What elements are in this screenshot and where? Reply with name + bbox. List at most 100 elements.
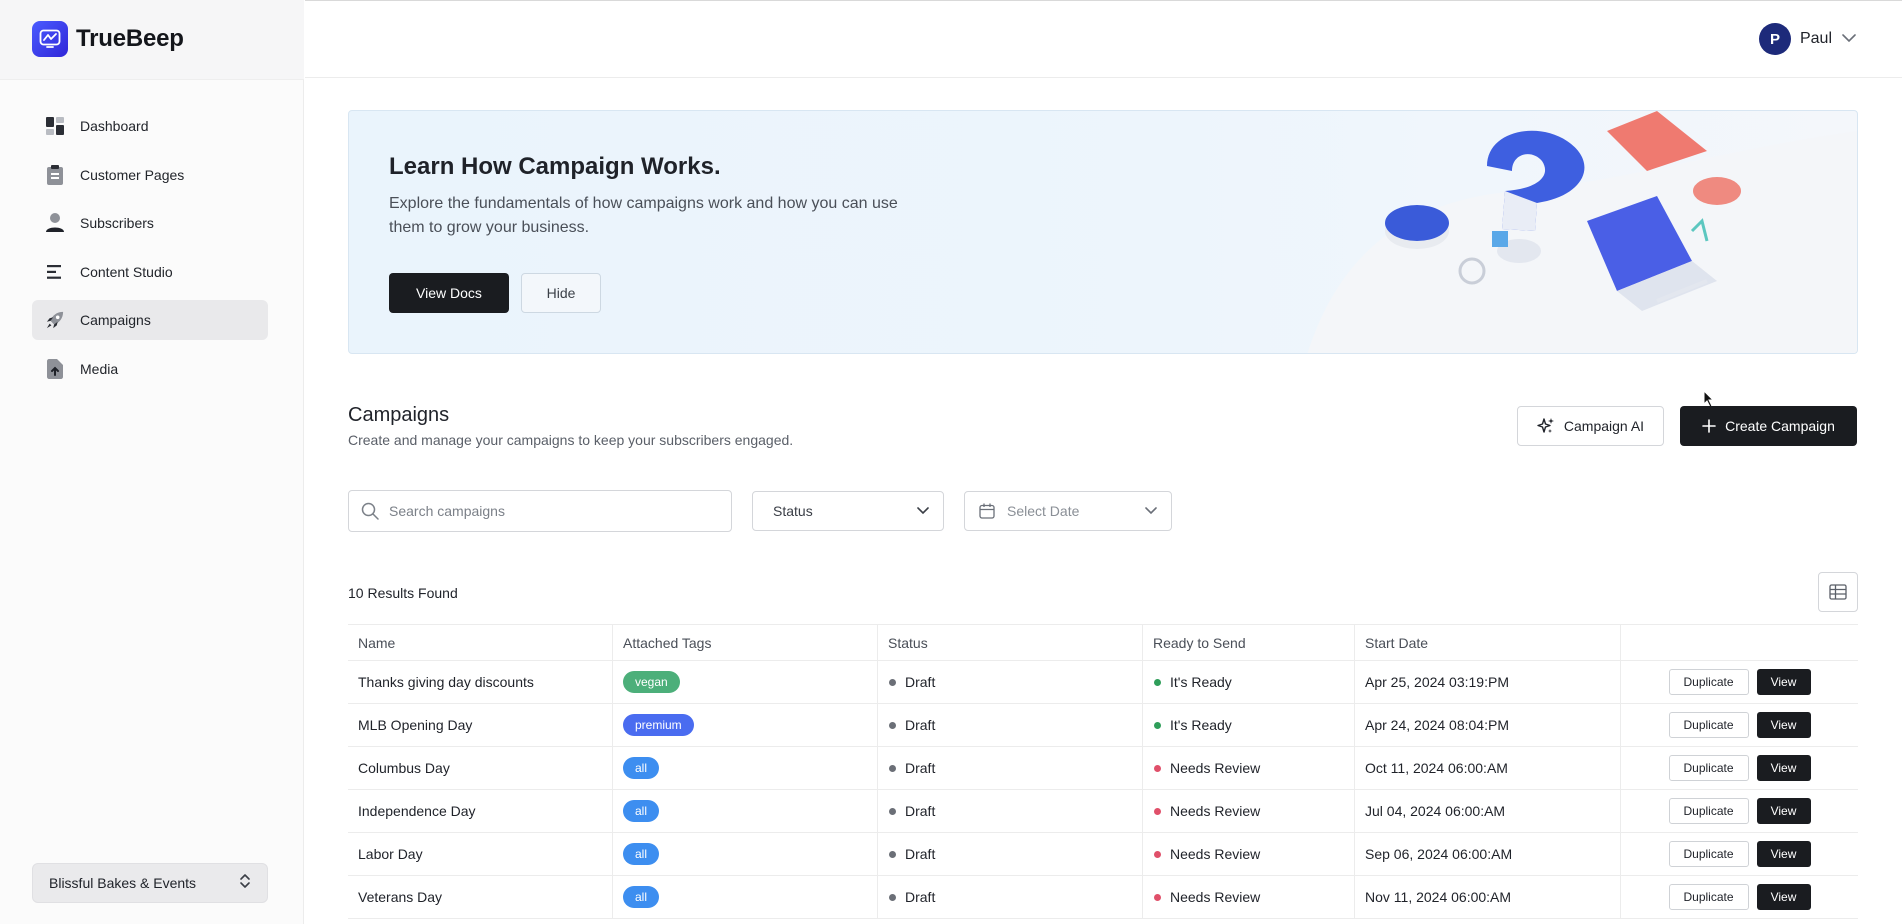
duplicate-button[interactable]: Duplicate: [1668, 841, 1749, 867]
ready-cell: Needs Review: [1143, 876, 1355, 918]
ready-cell: Needs Review: [1143, 790, 1355, 832]
date-filter-left: Select Date: [979, 503, 1079, 519]
campaign-name[interactable]: Veterans Day: [348, 876, 613, 918]
chevron-down-icon: [1842, 30, 1856, 48]
view-button[interactable]: View: [1756, 712, 1811, 738]
table-body: Thanks giving day discounts vegan Draft It'…: [348, 661, 1858, 919]
tag-badge[interactable]: all: [623, 757, 660, 779]
date-filter-placeholder: Select Date: [1007, 503, 1080, 519]
campaign-ai-label: Campaign AI: [1563, 418, 1645, 434]
campaign-name[interactable]: Labor Day: [348, 833, 613, 875]
sidebar: TrueBeep Dashboard Customer Pages Subscr…: [0, 0, 304, 924]
duplicate-button[interactable]: Duplicate: [1668, 669, 1749, 695]
sidebar-item-label: Dashboard: [80, 118, 149, 134]
view-button[interactable]: View: [1756, 798, 1811, 824]
org-name: Blissful Bakes & Events: [49, 875, 197, 891]
chevron-down-icon: [917, 507, 929, 515]
hide-banner-button[interactable]: Hide: [521, 273, 601, 313]
app-name: TrueBeep: [76, 25, 184, 52]
column-header-status[interactable]: Status: [878, 625, 1143, 660]
ready-cell: It's Ready: [1143, 661, 1355, 703]
sidebar-item-campaigns[interactable]: Campaigns: [32, 300, 268, 340]
status-cell: Draft: [878, 661, 1143, 703]
ready-cell: Needs Review: [1143, 747, 1355, 789]
sidebar-item-content-studio[interactable]: Content Studio: [32, 252, 268, 292]
search-box: [348, 490, 732, 532]
campaign-name-text: Veterans Day: [358, 889, 443, 905]
tag-badge[interactable]: all: [623, 886, 660, 908]
campaign-name[interactable]: Independence Day: [348, 790, 613, 832]
create-campaign-button[interactable]: Create Campaign: [1680, 406, 1857, 446]
status-filter[interactable]: Status: [752, 491, 944, 531]
campaigns-table: Name Attached Tags Status Ready to Send …: [348, 624, 1858, 919]
table-row[interactable]: Labor Day all Draft Needs Review Sep 06, 202…: [348, 833, 1858, 876]
duplicate-button[interactable]: Duplicate: [1668, 712, 1749, 738]
create-campaign-label: Create Campaign: [1725, 418, 1835, 434]
column-header-name[interactable]: Name: [348, 625, 613, 660]
status-text: Draft: [905, 803, 936, 819]
date-filter[interactable]: Select Date: [964, 491, 1172, 531]
start-date-cell: Sep 06, 2024 06:00:AM: [1355, 833, 1621, 875]
table-row[interactable]: MLB Opening Day premium Draft It's Ready Apr…: [348, 704, 1858, 747]
sidebar-item-label: Content Studio: [80, 263, 173, 280]
actions-cell: Duplicate View: [1621, 833, 1858, 875]
org-switcher[interactable]: Blissful Bakes & Events: [32, 863, 268, 903]
tags-cell: premium: [613, 704, 878, 746]
view-button[interactable]: View: [1756, 884, 1811, 910]
duplicate-button[interactable]: Duplicate: [1668, 798, 1749, 824]
avatar: P: [1758, 23, 1791, 55]
ready-cell: Needs Review: [1143, 833, 1355, 875]
clipboard-icon: [46, 164, 64, 185]
campaign-ai-button[interactable]: Campaign AI: [1517, 406, 1664, 446]
banner-title: Learn How Campaign Works.: [389, 153, 721, 180]
sidebar-item-media[interactable]: Media: [32, 349, 268, 389]
table-row[interactable]: Columbus Day all Draft Needs Review Oct 11, …: [348, 747, 1858, 790]
column-header-ready[interactable]: Ready to Send: [1143, 625, 1355, 660]
tag-badge[interactable]: all: [623, 843, 660, 865]
learn-banner: Learn How Campaign Works. Explore the fu…: [348, 110, 1858, 354]
view-button[interactable]: View: [1756, 669, 1811, 695]
table-view-toggle[interactable]: [1818, 572, 1858, 612]
start-date-text: Oct 11, 2024 06:00:AM: [1365, 760, 1508, 776]
view-button[interactable]: View: [1756, 755, 1811, 781]
tag-badge[interactable]: premium: [623, 714, 694, 736]
tag-badge[interactable]: vegan: [623, 671, 680, 693]
start-date-text: Apr 25, 2024 03:19:PM: [1365, 674, 1509, 690]
duplicate-button[interactable]: Duplicate: [1668, 884, 1749, 910]
actions-cell: Duplicate View: [1621, 661, 1858, 703]
status-text: Draft: [905, 889, 936, 905]
table-row[interactable]: Veterans Day all Draft Needs Review Nov 11, …: [348, 876, 1858, 919]
start-date-text: Apr 24, 2024 08:04:PM: [1365, 717, 1509, 733]
ready-text: Needs Review: [1170, 803, 1261, 819]
search-input[interactable]: [389, 503, 709, 519]
sidebar-item-dashboard[interactable]: Dashboard: [32, 106, 268, 146]
start-date-cell: Nov 11, 2024 06:00:AM: [1355, 876, 1621, 918]
sidebar-item-customer-pages[interactable]: Customer Pages: [32, 155, 268, 195]
ready-text: Needs Review: [1170, 889, 1261, 905]
table-row[interactable]: Independence Day all Draft Needs Review Jul …: [348, 790, 1858, 833]
app-logo[interactable]: TrueBeep: [32, 21, 184, 57]
campaign-name-text: Thanks giving day discounts: [358, 674, 534, 690]
start-date-text: Nov 11, 2024 06:00:AM: [1365, 889, 1512, 905]
sidebar-item-subscribers[interactable]: Subscribers: [32, 203, 268, 243]
ready-dot-icon: [1154, 807, 1161, 815]
duplicate-button[interactable]: Duplicate: [1668, 755, 1749, 781]
tags-cell: all: [613, 790, 878, 832]
ready-dot-icon: [1154, 721, 1161, 729]
sidebar-item-label: Subscribers: [80, 215, 154, 231]
column-header-tags[interactable]: Attached Tags: [613, 625, 878, 660]
view-docs-button[interactable]: View Docs: [389, 273, 509, 313]
tag-badge[interactable]: all: [623, 800, 660, 822]
column-header-start-date[interactable]: Start Date: [1355, 625, 1621, 660]
tags-cell: all: [613, 833, 878, 875]
start-date-cell: Apr 24, 2024 08:04:PM: [1355, 704, 1621, 746]
campaign-name[interactable]: MLB Opening Day: [348, 704, 613, 746]
campaign-name[interactable]: Columbus Day: [348, 747, 613, 789]
table-row[interactable]: Thanks giving day discounts vegan Draft It'…: [348, 661, 1858, 704]
campaign-name[interactable]: Thanks giving day discounts: [348, 661, 613, 703]
table-icon: [1829, 584, 1847, 600]
ready-text: It's Ready: [1170, 674, 1232, 690]
view-button[interactable]: View: [1756, 841, 1811, 867]
user-menu[interactable]: P Paul: [1758, 23, 1856, 55]
banner-description: Explore the fundamentals of how campaign…: [389, 195, 898, 236]
